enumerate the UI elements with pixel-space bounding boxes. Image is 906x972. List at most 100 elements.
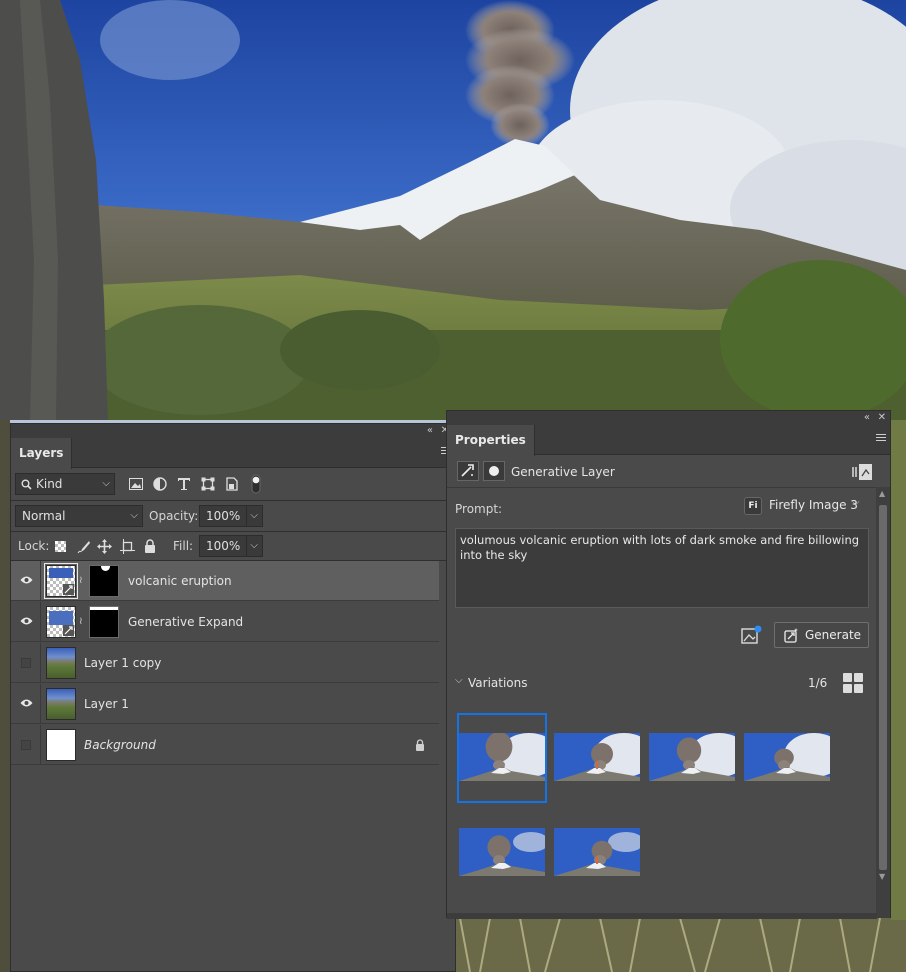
blend-mode-select[interactable]: Normal ⌵ [15,505,143,527]
scroll-down-icon[interactable]: ▼ [879,872,885,881]
layer-mask-thumbnail[interactable] [89,565,119,597]
opacity-field[interactable]: 100% ⌵ [199,505,263,527]
tab-properties[interactable]: Properties [447,425,535,456]
lock-transparent-icon[interactable] [55,541,66,552]
blend-row: Normal ⌵ Opacity: 100% ⌵ [11,501,455,531]
variations-label[interactable]: Variations [468,676,528,690]
eye-icon [20,617,33,625]
chevron-down-icon: ⌵ [130,510,138,521]
layer-thumbnail[interactable] [46,606,76,638]
shape-filter-icon[interactable] [201,477,215,491]
layer-name[interactable]: volcanic eruption [128,561,232,601]
layer-mask-thumbnail[interactable] [89,606,119,638]
layer-name[interactable]: Layer 1 copy [84,643,161,683]
variation-thumbnail[interactable] [459,733,545,781]
chevron-down-icon: ⌵ [102,478,110,489]
tab-layers[interactable]: Layers [11,438,73,469]
filter-kind-label: Kind [36,477,63,491]
prompt-textarea[interactable]: volumous volcanic eruption with lots of … [455,528,869,608]
panel-bottom-edge [447,913,877,919]
layer-thumbnail[interactable] [46,729,76,761]
chevron-down-icon[interactable]: ⌵ [246,506,258,526]
filter-kind-select[interactable]: Kind ⌵ [15,473,115,495]
lock-icon [416,739,424,751]
layer-thumbnail[interactable] [46,688,76,720]
properties-panel-header: « ✕ [447,411,890,425]
generate-button[interactable]: Generate [774,622,869,648]
lock-row: Lock: Fill: 100% ⌵ [11,532,455,560]
layer-thumbnail[interactable] [46,647,76,679]
chevron-down-icon[interactable]: ⌵ [246,536,258,556]
reference-image-icon[interactable] [851,463,873,481]
mask-icon[interactable] [483,461,505,481]
panel-menu-icon[interactable] [876,434,886,444]
layer-row[interactable]: Background [11,725,439,765]
visibility-toggle[interactable] [11,561,41,601]
search-icon [21,479,32,490]
collapse-icon[interactable]: « [427,424,433,438]
layers-panel: « ✕ Layers Kind ⌵ Normal ⌵ Opacity: 100%… [10,423,456,972]
generative-layer-icon [457,461,479,481]
hidden-visibility-box [21,740,31,750]
visibility-toggle[interactable] [11,684,41,724]
lock-artboard-icon[interactable] [120,539,135,554]
scroll-up-icon[interactable]: ▲ [879,489,885,498]
layer-row[interactable]: ≀ Generative Expand [11,602,439,642]
type-filter-icon[interactable] [177,477,191,491]
layer-filter-row: Kind ⌵ [11,470,455,500]
variation-thumbnail[interactable] [554,828,640,876]
close-icon[interactable]: ✕ [878,411,886,425]
eye-icon [20,699,33,707]
layer-type-label: Generative Layer [511,465,615,479]
grid-view-icon[interactable] [843,673,863,693]
lock-all-icon[interactable] [144,539,156,553]
lock-position-icon[interactable] [97,539,112,554]
properties-scrollbar[interactable]: ▲ ▼ [876,487,890,918]
blend-mode-value: Normal [22,509,66,523]
firefly-badge-icon: Fi [744,497,762,515]
filter-toggle-icon[interactable] [251,474,261,494]
scrollbar-thumb[interactable] [879,505,887,870]
layer-row[interactable]: ≀ volcanic eruption [11,561,439,601]
layer-thumbnail[interactable] [44,563,78,599]
chevron-down-icon[interactable]: ⌵ [455,675,463,686]
lock-pixels-icon[interactable] [77,540,91,554]
model-select[interactable]: Firefly Image 3 [769,498,858,512]
collapse-icon[interactable]: « [864,411,870,425]
layers-tabbar: Layers [11,438,455,469]
image-filter-icon[interactable] [129,478,143,490]
variation-thumbnail[interactable] [649,733,735,781]
variation-thumbnail[interactable] [744,733,830,781]
fill-label: Fill: [173,539,194,553]
layer-row[interactable]: Layer 1 copy [11,643,439,683]
fill-value: 100% [206,539,241,553]
generative-layer-icon [63,625,74,636]
reference-image-icon[interactable] [741,625,763,645]
layer-name[interactable]: Layer 1 [84,684,129,724]
variation-counter: 1/6 [808,676,828,690]
eye-icon [20,576,33,584]
properties-layer-header: Generative Layer [447,456,877,488]
properties-tabbar: Properties [447,425,890,456]
variation-thumbnail[interactable] [459,828,545,876]
link-icon[interactable]: ≀ [79,574,87,588]
generate-icon [784,628,799,643]
opacity-value: 100% [206,509,241,523]
visibility-toggle[interactable] [11,725,41,765]
visibility-toggle[interactable] [11,602,41,642]
adjustment-filter-icon[interactable] [153,477,167,491]
hidden-visibility-box [21,658,31,668]
layer-row[interactable]: Layer 1 [11,684,439,724]
fill-field[interactable]: 100% ⌵ [199,535,263,557]
layer-name[interactable]: Generative Expand [128,602,243,642]
generative-layer-icon [63,584,74,595]
variation-thumbnail[interactable] [554,733,640,781]
link-icon[interactable]: ≀ [79,615,87,629]
properties-panel: « ✕ Properties Generative Layer ▲ ▼ Prom… [446,410,891,919]
chevron-down-icon[interactable]: ⌵ [852,497,860,508]
layer-name[interactable]: Background [84,725,156,765]
smart-object-filter-icon[interactable] [225,477,239,491]
visibility-toggle[interactable] [11,643,41,683]
lock-label: Lock: [18,539,50,553]
prompt-label: Prompt: [455,502,503,516]
